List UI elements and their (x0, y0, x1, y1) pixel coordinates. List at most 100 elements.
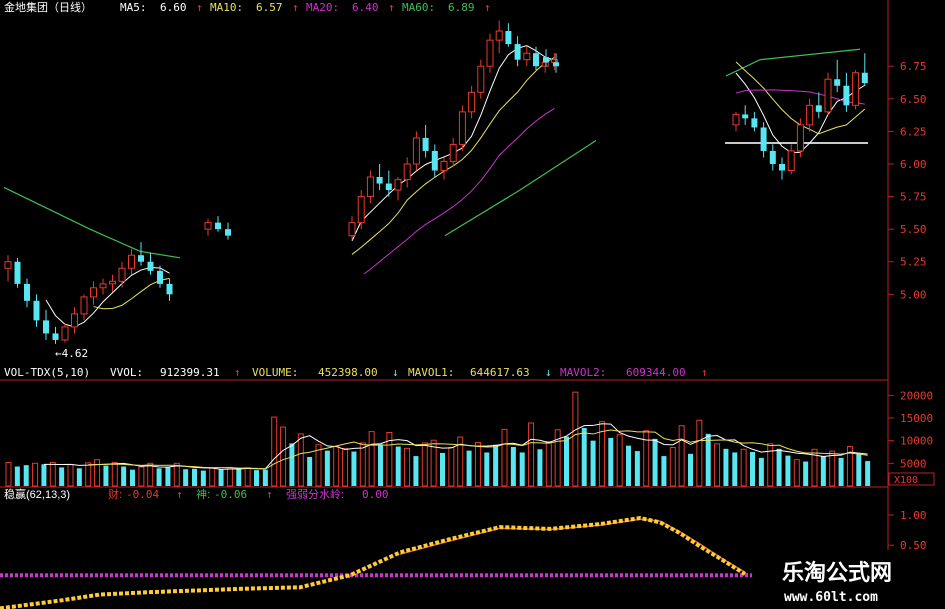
candle-body-down (861, 72, 868, 84)
volume-bar-up (297, 433, 304, 487)
volume-bar-up (714, 443, 721, 487)
ma5-label: MA5: (120, 1, 147, 14)
candle-body-down (834, 79, 841, 86)
candle-body-down (769, 150, 776, 164)
volume-bar-up (528, 422, 535, 487)
volume-bar-down (121, 466, 127, 486)
volume-bar-down (484, 452, 490, 486)
volume-bar-up (271, 416, 278, 487)
candle-body-down (376, 177, 383, 184)
volume-bar-up (678, 425, 685, 487)
volume-tick-label: 20000 (900, 389, 933, 402)
candle-body-up (796, 124, 804, 152)
candle-body-up (412, 137, 420, 165)
volume-bar-down (519, 452, 525, 486)
mavol1-value: 644617.63 (470, 366, 530, 379)
candle-body-down (385, 183, 392, 191)
volume-bar-down (236, 468, 242, 486)
volume-bar-down (776, 448, 782, 486)
volume-bar-down (608, 437, 614, 486)
candle-body-up (394, 179, 402, 191)
candle-body-up (90, 287, 97, 298)
volume-bar-down (785, 455, 791, 486)
volume-arrow: ↓ (392, 366, 399, 379)
volume-bar-up (49, 461, 56, 487)
volume-bar-down (705, 433, 711, 486)
volume-bar-down (865, 461, 871, 486)
volume-bar-up (244, 467, 251, 487)
volume-bar-down (688, 453, 693, 486)
candle-body-down (760, 127, 767, 151)
candle-body-down (779, 163, 785, 171)
candle-body-up (458, 111, 466, 145)
candle-body-down (431, 150, 438, 171)
ma5-arrow: ↑ (196, 1, 203, 14)
candle-body-down (52, 333, 59, 340)
volume-unit: X100 (894, 475, 918, 486)
watermark-line1: 乐淘公式网 (782, 560, 892, 585)
ma5-value: 6.60 (160, 1, 187, 14)
volume-bar-up (501, 428, 508, 487)
volume-bar-down (254, 470, 259, 486)
volume-bar-up (545, 441, 552, 487)
volume-bar-up (85, 462, 92, 487)
volume-bar-down (564, 436, 569, 486)
volume-bar-down (59, 467, 65, 486)
volume-bar-up (474, 441, 481, 487)
volume-bar-up (669, 446, 676, 487)
volume-bar-up (333, 446, 340, 487)
candle-body-up (80, 296, 88, 315)
volume-bar-down (634, 451, 640, 486)
candle-body-up (99, 283, 107, 289)
price-tick-label: 6.75 (900, 60, 927, 73)
candle-body-down (422, 137, 429, 151)
vvol-value: 912399.31 (160, 366, 220, 379)
volume-bar-up (111, 461, 118, 487)
vvol-arrow: ↑ (234, 366, 241, 379)
ma10-value: 6.57 (256, 1, 283, 14)
candle-body-down (505, 31, 512, 45)
candle-body-up (495, 30, 503, 41)
volume-bar-down (165, 467, 171, 486)
volume-bar-down (803, 461, 809, 486)
volume-bar-up (315, 444, 322, 487)
candle-body-down (14, 261, 21, 284)
volume-bar-up (280, 426, 287, 487)
ma20-arrow: ↑ (388, 1, 395, 14)
candle-body-up (4, 261, 12, 269)
volume-bar-up (5, 461, 12, 487)
volume-bar-down (652, 438, 658, 486)
volume-bar-down (200, 470, 206, 486)
volume-bar-up (342, 447, 349, 487)
price-tick-label: 6.00 (900, 158, 927, 171)
candle-body-down (815, 105, 822, 112)
candle-body-down (33, 300, 40, 321)
candle-body-up (787, 150, 795, 171)
volume-bar-down (590, 440, 596, 486)
candle-body-down (225, 229, 231, 236)
price-tick-label: 5.00 (900, 288, 927, 301)
candle-body-up (468, 91, 476, 113)
volume-bar-up (767, 443, 774, 487)
price-tick-label: 5.50 (900, 223, 927, 236)
volume-bar-down (76, 468, 82, 486)
ma10-arrow: ↑ (292, 1, 299, 14)
candle-body-up (477, 65, 485, 93)
candle-body-up (204, 222, 212, 230)
price-tick-label: 6.25 (900, 125, 927, 138)
volume-bar-up (740, 448, 747, 487)
volume-bar-down (493, 444, 499, 486)
volume-bar-up (368, 431, 375, 487)
candle-body-down (533, 53, 539, 67)
volume-bar-up (643, 430, 650, 487)
volume-bar-up (226, 466, 233, 487)
candle-body-up (486, 39, 494, 67)
volume-bar-down (758, 457, 764, 486)
candle-body-up (348, 222, 356, 237)
volume-bar-up (209, 467, 216, 487)
candle-body-up (732, 113, 740, 126)
volume-bar-up (696, 419, 703, 487)
price-tick-label: 5.75 (900, 191, 927, 204)
volume-bar-down (732, 452, 738, 486)
volume-bar-up (173, 462, 180, 487)
